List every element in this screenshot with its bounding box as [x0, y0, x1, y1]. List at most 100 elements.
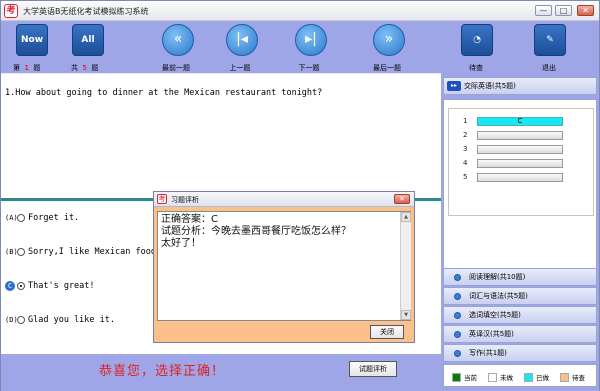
- question-row-5[interactable]: 5: [463, 172, 563, 182]
- analysis-textarea[interactable]: 正确答案：C 试题分析：今晚去墨西哥餐厅吃饭怎么样？ 太好了！ ▲ ▼: [157, 211, 411, 321]
- status-legend: 当前 未做 已做 待查: [443, 364, 597, 387]
- dialog-close-button[interactable]: 关闭: [370, 325, 404, 339]
- question-row-2[interactable]: 2: [463, 130, 563, 140]
- last-question-label: 最后一题: [373, 64, 401, 72]
- scroll-up-icon[interactable]: ▲: [401, 212, 411, 222]
- question-row-1[interactable]: 1 C: [463, 116, 563, 126]
- option-d[interactable]: (D) Glad you like it.: [5, 313, 115, 327]
- scroll-down-icon[interactable]: ▼: [401, 310, 411, 320]
- option-text: Glad you like it.: [28, 315, 115, 325]
- bullet-icon: [454, 330, 461, 338]
- skip-forward-icon: ▸|: [295, 24, 327, 56]
- option-letter-selected: C: [5, 281, 15, 291]
- question-list: 1 C 2 3 4 5: [443, 99, 597, 279]
- section-label: 阅读理解(共10题): [469, 273, 526, 281]
- bullet-icon: [454, 349, 461, 357]
- answer-status-bar[interactable]: C: [477, 116, 563, 126]
- section-label: 写作(共1题): [469, 349, 507, 357]
- maximize-button[interactable]: □: [555, 5, 572, 16]
- legend-pending: 待查: [560, 372, 585, 382]
- next-question-button[interactable]: ▸| 下一题: [279, 23, 339, 72]
- prev-question-button[interactable]: |◂ 上一题: [210, 23, 270, 72]
- prev-question-label: 上一题: [229, 64, 251, 72]
- option-text: Sorry,I like Mexican food.: [28, 247, 162, 257]
- section-navigator: ▸▸ 交际英语(共5题) 1 C 2 3 4 5 阅读理解(共10题) 词汇与语…: [441, 73, 599, 391]
- question-row-4[interactable]: 4: [463, 158, 563, 168]
- exit-label: 退出: [542, 64, 556, 72]
- answer-status-bar[interactable]: [477, 172, 563, 182]
- analysis-dialog: 考 习题评析 ✕ 正确答案：C 试题分析：今晚去墨西哥餐厅吃饭怎么样？ 太好了！…: [153, 191, 415, 343]
- expand-section-icon: ▸▸: [447, 81, 461, 91]
- bullet-icon: [454, 311, 461, 319]
- section-reading[interactable]: 阅读理解(共10题): [443, 268, 597, 286]
- section-writing[interactable]: 写作(共1题): [443, 344, 597, 362]
- radio-button[interactable]: [17, 316, 25, 324]
- now-icon: Now: [16, 24, 48, 56]
- section-communication[interactable]: ▸▸ 交际英语(共5题): [443, 77, 597, 95]
- total-question-counter: 共 5 题: [71, 64, 99, 72]
- answer-feedback: 恭喜您，选择正确！: [99, 364, 226, 379]
- app-window: 考 大学英语B无纸化考试模拟练习系统 — □ ✕ Now All « 最前一题 …: [0, 0, 600, 391]
- first-question-button[interactable]: « 最前一题: [146, 23, 206, 72]
- dialog-title-bar[interactable]: 考 习题评析 ✕: [154, 192, 414, 207]
- pending-review-button[interactable]: ◔ 待查: [446, 23, 506, 72]
- option-text: That's great!: [28, 281, 95, 291]
- section-label: 英译汉(共5题): [469, 330, 514, 338]
- answer-status-bar[interactable]: [477, 158, 563, 168]
- section-cloze[interactable]: 选词填空(共5题): [443, 306, 597, 324]
- question-row-3[interactable]: 3: [463, 144, 563, 154]
- section-label: 交际英语(共5题): [464, 82, 516, 90]
- exit-icon: ✎: [534, 24, 566, 56]
- section-vocabulary[interactable]: 词汇与语法(共5题): [443, 287, 597, 305]
- total-question-number: 5: [82, 64, 87, 72]
- option-letter: (D): [5, 316, 18, 324]
- question-pane: 1.How about going to dinner at the Mexic…: [1, 74, 441, 198]
- dialog-title: 习题评析: [171, 196, 199, 204]
- radio-button[interactable]: [17, 248, 25, 256]
- title-bar: 考 大学英语B无纸化考试模拟练习系统 — □ ✕: [1, 1, 599, 21]
- last-question-button[interactable]: » 最后一题: [357, 23, 417, 72]
- section-label: 选词填空(共5题): [469, 311, 521, 319]
- current-swatch: [452, 372, 461, 382]
- current-question-counter: 第 1 题: [13, 64, 41, 72]
- pending-swatch: [560, 372, 569, 382]
- option-letter: (A): [5, 214, 18, 222]
- exit-button[interactable]: ✎ 退出: [519, 23, 579, 72]
- option-letter: (B): [5, 248, 18, 256]
- close-button[interactable]: ✕: [577, 5, 594, 16]
- answer-status-bar[interactable]: [477, 130, 563, 140]
- question-analysis-button[interactable]: 试题评析: [349, 361, 397, 377]
- all-icon: All: [72, 24, 104, 56]
- pending-icon: ◔: [461, 24, 493, 56]
- question-list-box: 1 C 2 3 4 5: [448, 108, 594, 216]
- question-text: 1.How about going to dinner at the Mexic…: [5, 88, 323, 98]
- minimize-button[interactable]: —: [535, 5, 552, 16]
- section-translation[interactable]: 英译汉(共5题): [443, 325, 597, 343]
- analysis-text: 正确答案：C 试题分析：今晚去墨西哥餐厅吃饭怎么样？ 太好了！: [161, 214, 351, 249]
- skip-back-icon: |◂: [226, 24, 258, 56]
- option-a[interactable]: (A) Forget it.: [5, 211, 79, 225]
- radio-button-selected[interactable]: [17, 282, 25, 290]
- option-c[interactable]: C That's great!: [5, 279, 95, 293]
- fast-forward-icon: »: [373, 24, 405, 56]
- radio-button[interactable]: [17, 214, 25, 222]
- answer-status-bar[interactable]: [477, 144, 563, 154]
- first-question-label: 最前一题: [162, 64, 190, 72]
- window-title: 大学英语B无纸化考试模拟练习系统: [23, 7, 149, 16]
- unanswered-swatch: [488, 372, 497, 382]
- option-b[interactable]: (B) Sorry,I like Mexican food.: [5, 245, 161, 259]
- section-label: 词汇与语法(共5题): [469, 292, 528, 300]
- pending-label: 待查: [469, 64, 483, 72]
- legend-current: 当前: [452, 372, 477, 382]
- bullet-icon: [454, 273, 461, 281]
- vertical-scrollbar[interactable]: ▲ ▼: [400, 212, 411, 320]
- dialog-close-icon[interactable]: ✕: [394, 194, 410, 204]
- legend-unanswered: 未做: [488, 372, 513, 382]
- app-logo-icon: 考: [4, 4, 18, 18]
- current-question-number: 1: [24, 64, 29, 72]
- bullet-icon: [454, 292, 461, 300]
- legend-answered: 已做: [524, 372, 549, 382]
- dialog-logo-icon: 考: [157, 194, 167, 204]
- status-bar: 恭喜您，选择正确！ 试题评析: [1, 354, 441, 391]
- answered-swatch: [524, 372, 533, 382]
